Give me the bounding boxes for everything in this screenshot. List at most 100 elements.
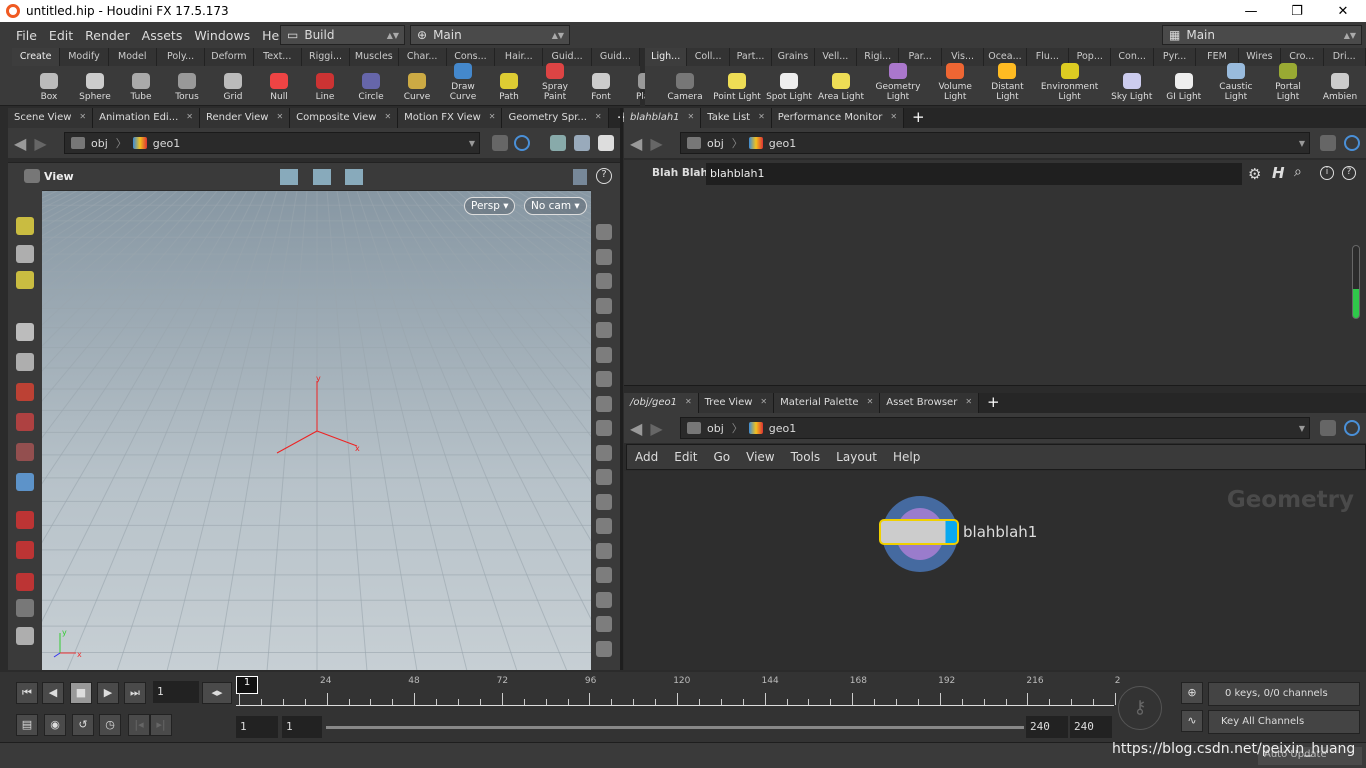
info-icon[interactable]: i: [1320, 166, 1334, 180]
pane-tab-render-view[interactable]: Render View ✕: [199, 108, 291, 128]
range-slider[interactable]: [326, 726, 1024, 729]
rotate-icon[interactable]: [16, 383, 34, 401]
next-key-button[interactable]: ▸|: [150, 714, 172, 736]
display-option-2-icon[interactable]: [596, 248, 612, 265]
close-tab-icon[interactable]: ✕: [750, 112, 765, 128]
back-icon[interactable]: ◀: [630, 134, 642, 153]
shelf-tool-sphere[interactable]: Sphere: [72, 73, 118, 106]
shelf-tab-guid[interactable]: Guid...: [591, 48, 641, 66]
forward-icon[interactable]: ▶: [650, 134, 662, 153]
shelf-tab-ligh[interactable]: Ligh...: [645, 48, 688, 66]
shelf-tool-null[interactable]: Null: [256, 73, 302, 106]
sphere-icon[interactable]: [16, 627, 34, 645]
loop-button[interactable]: ↺: [72, 714, 94, 736]
shelf-tab-riggi[interactable]: Riggi...: [301, 48, 351, 66]
network-editor[interactable]: Geometry blahblah1: [624, 471, 1366, 670]
forward-icon[interactable]: ▶: [34, 134, 46, 153]
current-frame-field[interactable]: 1: [153, 681, 199, 703]
path-field[interactable]: obj 〉 geo1 ▼: [680, 417, 1310, 439]
shelf-tool-font[interactable]: Font: [578, 73, 624, 106]
display-option-13-icon[interactable]: [596, 518, 612, 534]
search-icon[interactable]: ⌕: [1294, 164, 1302, 180]
shelf-tab-poly[interactable]: Poly...: [156, 48, 206, 66]
pane-tab-composite-view[interactable]: Composite View ✕: [290, 108, 399, 128]
close-tab-icon[interactable]: ✕: [680, 112, 695, 128]
lock-icon[interactable]: [16, 245, 34, 263]
display-option-1-icon[interactable]: [596, 224, 612, 240]
display-option-18-icon[interactable]: [596, 640, 612, 657]
right-desktop-dropdown[interactable]: ▦ Main ▲▼: [1162, 25, 1362, 45]
shelf-tool-geometry-light[interactable]: Geometry Light: [867, 63, 929, 106]
network-menu-go[interactable]: Go: [705, 450, 738, 464]
crumb-obj[interactable]: obj: [707, 422, 724, 435]
play-button[interactable]: ▶: [97, 682, 119, 704]
display-option-9-icon[interactable]: [596, 420, 612, 436]
menu-render[interactable]: Render: [79, 28, 136, 43]
copy-icon[interactable]: [16, 599, 34, 617]
jump-start-button[interactable]: ⏮: [16, 682, 38, 704]
network-menu-tools[interactable]: Tools: [783, 450, 829, 464]
magnet-a-icon[interactable]: [16, 473, 34, 491]
global-anim-options-button[interactable]: ◷: [99, 714, 121, 736]
shelf-tool-area-light[interactable]: Area Light: [815, 73, 867, 106]
shelf-tool-caustic-light[interactable]: Caustic Light: [1210, 63, 1262, 106]
network-menu-help[interactable]: Help: [885, 450, 928, 464]
close-button[interactable]: ✕: [1320, 4, 1366, 19]
shelf-tool-environment-light[interactable]: Environment Light: [1033, 63, 1105, 106]
jump-end-button[interactable]: ⏭: [124, 682, 146, 704]
frame-marker[interactable]: 1: [236, 676, 258, 694]
add-tab-icon[interactable]: +: [979, 393, 1008, 413]
pin-icon[interactable]: [1320, 135, 1336, 151]
shelf-tab-part[interactable]: Part...: [729, 48, 773, 66]
close-tab-icon[interactable]: ✕: [587, 112, 602, 128]
display-option-7-icon[interactable]: [596, 371, 612, 387]
object-icon[interactable]: [550, 135, 566, 151]
menu-file[interactable]: File: [10, 28, 43, 43]
pane-tab-tree-view[interactable]: Tree View ✕: [698, 393, 775, 413]
3d-viewport[interactable]: Persp ▾ No cam ▾ yx xy: [42, 191, 591, 670]
shelf-tool-tube[interactable]: Tube: [118, 73, 164, 106]
crumb-geo1[interactable]: geo1: [769, 422, 796, 435]
param-value-field[interactable]: blahblah1: [706, 163, 1242, 185]
shelf-tab-grains[interactable]: Grains: [772, 48, 815, 66]
keys-info-button[interactable]: 0 keys, 0/0 channels: [1208, 682, 1360, 706]
display-option-15-icon[interactable]: [596, 567, 612, 583]
shelf-tool-curve[interactable]: Curve: [394, 73, 440, 106]
channel-list-icon[interactable]: ⊕: [1181, 682, 1203, 704]
view-icon[interactable]: [16, 353, 34, 371]
gear-icon[interactable]: ⚙: [1248, 165, 1261, 183]
network-menu-view[interactable]: View: [738, 450, 782, 464]
shelf-tab-vell[interactable]: Vell...: [814, 48, 858, 66]
pin-icon[interactable]: [492, 135, 508, 151]
network-menu-edit[interactable]: Edit: [666, 450, 705, 464]
shelf-tool-point-light[interactable]: Point Light: [711, 73, 763, 106]
pane-tab-motion-fx-view[interactable]: Motion FX View ✕: [398, 108, 503, 128]
crumb-obj[interactable]: obj: [707, 137, 724, 150]
shelf-tab-dri[interactable]: Dri...: [1323, 48, 1366, 66]
network-menu-layout[interactable]: Layout: [828, 450, 885, 464]
close-tab-icon[interactable]: ✕: [752, 397, 767, 413]
menu-windows[interactable]: Windows: [188, 28, 256, 43]
context-dropdown[interactable]: ⊕ Main ▲▼: [410, 25, 570, 45]
shelf-tab-model[interactable]: Model: [108, 48, 157, 66]
link-icon[interactable]: [514, 135, 530, 151]
display-options-icon[interactable]: [573, 169, 587, 185]
display-icon[interactable]: [598, 135, 614, 151]
path-field[interactable]: obj 〉 geo1 ▼: [64, 132, 480, 154]
realtime-toggle-button[interactable]: ▤: [16, 714, 38, 736]
pane-tab-geometry-spr[interactable]: Geometry Spr... ✕: [502, 108, 609, 128]
shelf-tool-camera[interactable]: Camera: [659, 73, 711, 106]
close-tab-icon[interactable]: ✕: [71, 112, 86, 128]
shelf-tool-torus[interactable]: Torus: [164, 73, 210, 106]
handle-icon[interactable]: [16, 323, 34, 341]
auto-key-icon[interactable]: ∿: [1181, 710, 1203, 732]
display-option-16-icon[interactable]: [596, 591, 612, 608]
snap-prim-icon[interactable]: [345, 169, 363, 185]
play-end-field[interactable]: 240: [1026, 716, 1068, 738]
snap-icon[interactable]: [280, 169, 298, 185]
magnet-c-icon[interactable]: [16, 541, 34, 559]
display-option-12-icon[interactable]: [596, 493, 612, 510]
path-field[interactable]: obj 〉 geo1 ▼: [680, 132, 1310, 154]
pane-tab-scene-view[interactable]: Scene View ✕: [8, 108, 94, 128]
close-tab-icon[interactable]: ✕: [859, 397, 874, 413]
